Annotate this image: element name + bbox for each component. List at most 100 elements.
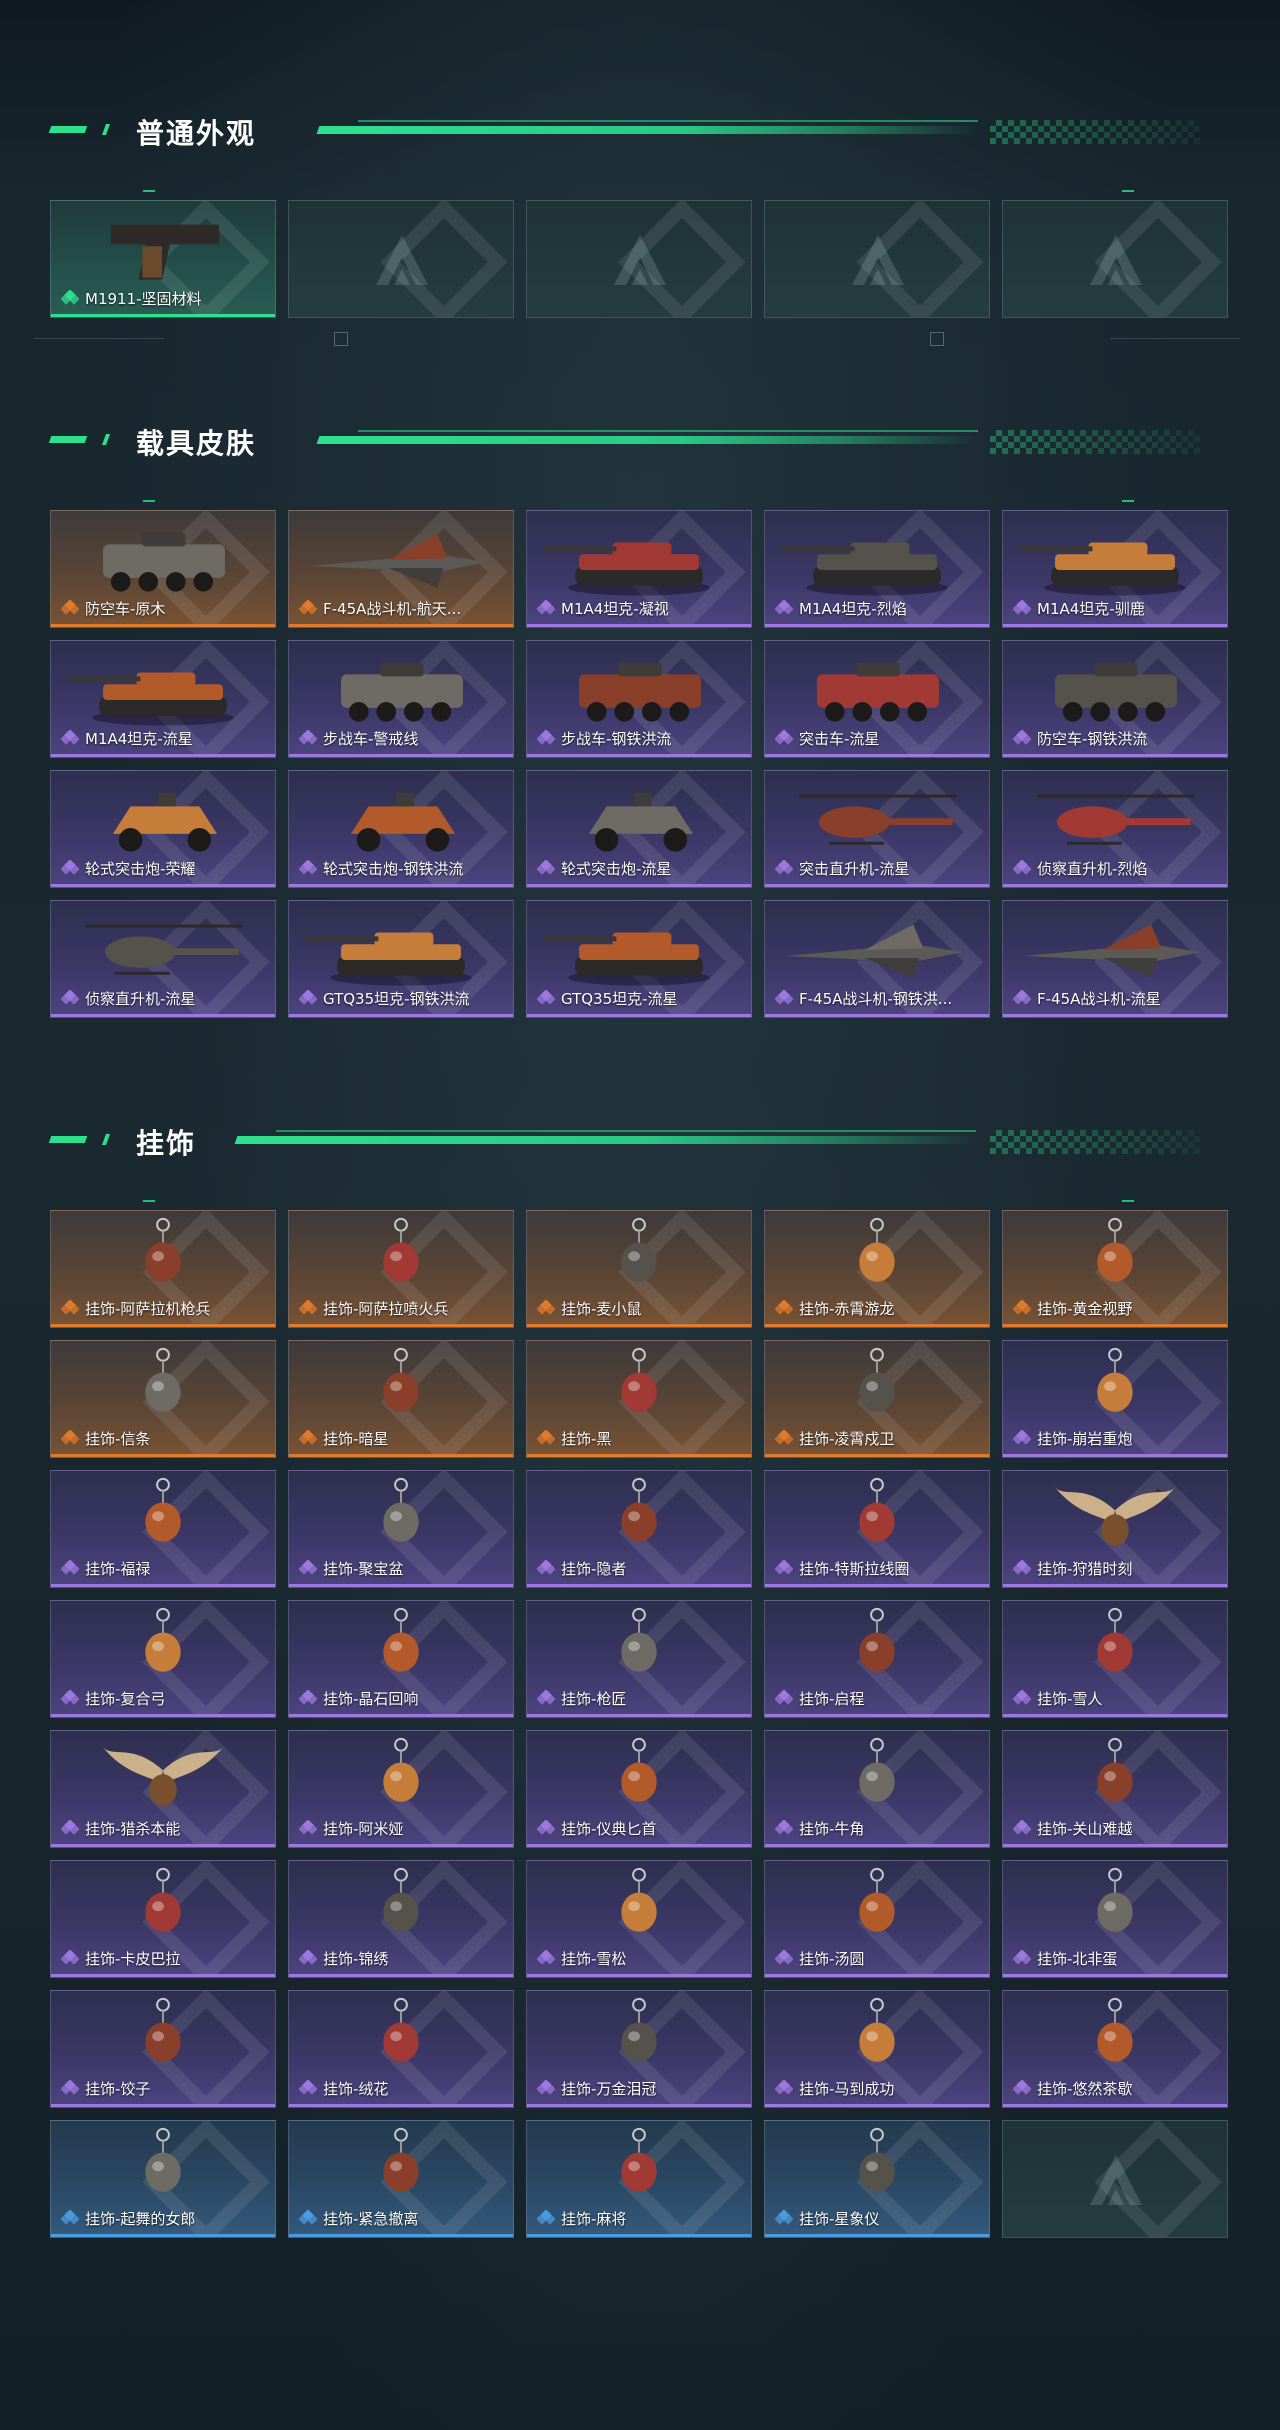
item-card[interactable]: 挂饰-绒花 bbox=[288, 1990, 514, 2108]
rarity-diamond-icon bbox=[775, 1300, 793, 1315]
item-card[interactable]: 挂饰-凌霄戍卫 bbox=[764, 1340, 990, 1458]
item-card[interactable]: 防空车-钢铁洪流 bbox=[1002, 640, 1228, 758]
rarity-underline bbox=[289, 1324, 513, 1327]
item-card[interactable]: F-45A战斗机-流星 bbox=[1002, 900, 1228, 1018]
item-card[interactable]: M1A4坦克-烈焰 bbox=[764, 510, 990, 628]
item-card[interactable]: 挂饰-关山难越 bbox=[1002, 1730, 1228, 1848]
rarity-underline bbox=[51, 2234, 275, 2237]
item-card[interactable]: 挂饰-紧急撤离 bbox=[288, 2120, 514, 2238]
item-card[interactable]: 轮式突击炮-荣耀 bbox=[50, 770, 276, 888]
item-card[interactable]: GTQ35坦克-钢铁洪流 bbox=[288, 900, 514, 1018]
item-card[interactable]: 挂饰-汤圆 bbox=[764, 1860, 990, 1978]
item-card[interactable]: 挂饰-卡皮巴拉 bbox=[50, 1860, 276, 1978]
rarity-diamond-icon bbox=[1013, 1300, 1031, 1315]
item-card[interactable]: 挂饰-赤霄游龙 bbox=[764, 1210, 990, 1328]
item-label: 挂饰-卡皮巴拉 bbox=[85, 1950, 181, 1968]
item-card[interactable]: 侦察直升机-流星 bbox=[50, 900, 276, 1018]
item-label: M1A4坦克-凝视 bbox=[561, 600, 669, 618]
rarity-diamond-icon bbox=[775, 1820, 793, 1835]
item-card[interactable]: F-45A战斗机-航天... bbox=[288, 510, 514, 628]
item-card[interactable]: 挂饰-仪典匕首 bbox=[526, 1730, 752, 1848]
item-card[interactable]: 挂饰-雪松 bbox=[526, 1860, 752, 1978]
header-accent-bar bbox=[48, 126, 88, 133]
rarity-underline bbox=[289, 754, 513, 757]
item-card[interactable]: 挂饰-阿米娅 bbox=[288, 1730, 514, 1848]
rarity-diamond-icon bbox=[61, 1300, 79, 1315]
header-checker-pattern bbox=[990, 1130, 1200, 1154]
item-card[interactable]: 挂饰-马到成功 bbox=[764, 1990, 990, 2108]
rarity-underline bbox=[765, 1974, 989, 1977]
item-card[interactable]: 挂饰-悠然茶歇 bbox=[1002, 1990, 1228, 2108]
item-card[interactable]: 挂饰-万金泪冠 bbox=[526, 1990, 752, 2108]
rarity-underline bbox=[51, 1714, 275, 1717]
item-card[interactable]: 步战车-钢铁洪流 bbox=[526, 640, 752, 758]
rarity-diamond-icon bbox=[61, 1820, 79, 1835]
item-card[interactable]: 挂饰-枪匠 bbox=[526, 1600, 752, 1718]
item-card[interactable]: 挂饰-暗星 bbox=[288, 1340, 514, 1458]
item-card[interactable]: 突击直升机-流星 bbox=[764, 770, 990, 888]
item-card[interactable]: 挂饰-启程 bbox=[764, 1600, 990, 1718]
item-card[interactable]: GTQ35坦克-流星 bbox=[526, 900, 752, 1018]
item-card[interactable]: 挂饰-阿萨拉喷火兵 bbox=[288, 1210, 514, 1328]
item-label: 挂饰-汤圆 bbox=[799, 1950, 865, 1968]
item-card[interactable]: 突击车-流星 bbox=[764, 640, 990, 758]
item-card[interactable]: 挂饰-北非蛋 bbox=[1002, 1860, 1228, 1978]
rarity-diamond-icon bbox=[299, 1950, 317, 1965]
item-card[interactable]: 挂饰-饺子 bbox=[50, 1990, 276, 2108]
item-card[interactable]: 防空车-原木 bbox=[50, 510, 276, 628]
item-card[interactable]: 挂饰-特斯拉线圈 bbox=[764, 1470, 990, 1588]
rarity-underline bbox=[765, 1844, 989, 1847]
item-card[interactable]: 挂饰-星象仪 bbox=[764, 2120, 990, 2238]
rarity-diamond-icon bbox=[775, 730, 793, 745]
item-card[interactable]: 挂饰-猎杀本能 bbox=[50, 1730, 276, 1848]
item-card[interactable]: M1A4坦克-流星 bbox=[50, 640, 276, 758]
item-card[interactable]: 挂饰-信条 bbox=[50, 1340, 276, 1458]
rarity-diamond-icon bbox=[299, 1300, 317, 1315]
item-label: 侦察直升机-烈焰 bbox=[1037, 860, 1148, 878]
item-card[interactable]: 挂饰-复合弓 bbox=[50, 1600, 276, 1718]
rarity-diamond-icon bbox=[61, 860, 79, 875]
item-card[interactable]: 挂饰-牛角 bbox=[764, 1730, 990, 1848]
header-accent-bar bbox=[48, 436, 88, 443]
item-card[interactable]: 挂饰-锦绣 bbox=[288, 1860, 514, 1978]
item-card[interactable]: 步战车-警戒线 bbox=[288, 640, 514, 758]
rarity-underline bbox=[51, 1844, 275, 1847]
item-card[interactable]: 挂饰-起舞的女郎 bbox=[50, 2120, 276, 2238]
item-card[interactable]: 轮式突击炮-流星 bbox=[526, 770, 752, 888]
item-label: 挂饰-仪典匕首 bbox=[561, 1820, 657, 1838]
item-card[interactable]: 挂饰-雪人 bbox=[1002, 1600, 1228, 1718]
rarity-underline bbox=[51, 1454, 275, 1457]
rarity-underline bbox=[765, 624, 989, 627]
item-card[interactable]: M1911-坚固材料 bbox=[50, 200, 276, 318]
item-card[interactable]: 挂饰-黑 bbox=[526, 1340, 752, 1458]
header-progress-bar bbox=[234, 1136, 978, 1144]
item-card[interactable]: 挂饰-隐者 bbox=[526, 1470, 752, 1588]
item-label: 挂饰-马到成功 bbox=[799, 2080, 895, 2098]
item-card[interactable]: 挂饰-黄金视野 bbox=[1002, 1210, 1228, 1328]
item-card[interactable]: M1A4坦克-凝视 bbox=[526, 510, 752, 628]
rarity-diamond-icon bbox=[537, 600, 555, 615]
item-card[interactable]: 挂饰-狩猎时刻 bbox=[1002, 1470, 1228, 1588]
item-label: F-45A战斗机-航天... bbox=[323, 600, 462, 618]
item-card[interactable]: 挂饰-崩岩重炮 bbox=[1002, 1340, 1228, 1458]
item-card[interactable]: 挂饰-麻将 bbox=[526, 2120, 752, 2238]
rarity-diamond-icon bbox=[1013, 1430, 1031, 1445]
item-card[interactable]: 轮式突击炮-钢铁洪流 bbox=[288, 770, 514, 888]
rarity-diamond-icon bbox=[61, 600, 79, 615]
rarity-underline bbox=[1003, 1324, 1227, 1327]
item-card[interactable]: 侦察直升机-烈焰 bbox=[1002, 770, 1228, 888]
item-card[interactable]: 挂饰-聚宝盆 bbox=[288, 1470, 514, 1588]
item-card[interactable]: 挂饰-福禄 bbox=[50, 1470, 276, 1588]
item-card[interactable]: 挂饰-晶石回响 bbox=[288, 1600, 514, 1718]
item-card[interactable]: F-45A战斗机-钢铁洪... bbox=[764, 900, 990, 1018]
item-label: 挂饰-阿萨拉机枪兵 bbox=[85, 1300, 211, 1318]
rarity-diamond-icon bbox=[1013, 1690, 1031, 1705]
item-label: 挂饰-麦小鼠 bbox=[561, 1300, 642, 1318]
item-card[interactable]: 挂饰-阿萨拉机枪兵 bbox=[50, 1210, 276, 1328]
item-card[interactable]: M1A4坦克-驯鹿 bbox=[1002, 510, 1228, 628]
item-label: 挂饰-北非蛋 bbox=[1037, 1950, 1118, 1968]
rarity-underline bbox=[289, 1454, 513, 1457]
rarity-diamond-icon bbox=[537, 1560, 555, 1575]
item-card[interactable]: 挂饰-麦小鼠 bbox=[526, 1210, 752, 1328]
item-label: 挂饰-绒花 bbox=[323, 2080, 389, 2098]
